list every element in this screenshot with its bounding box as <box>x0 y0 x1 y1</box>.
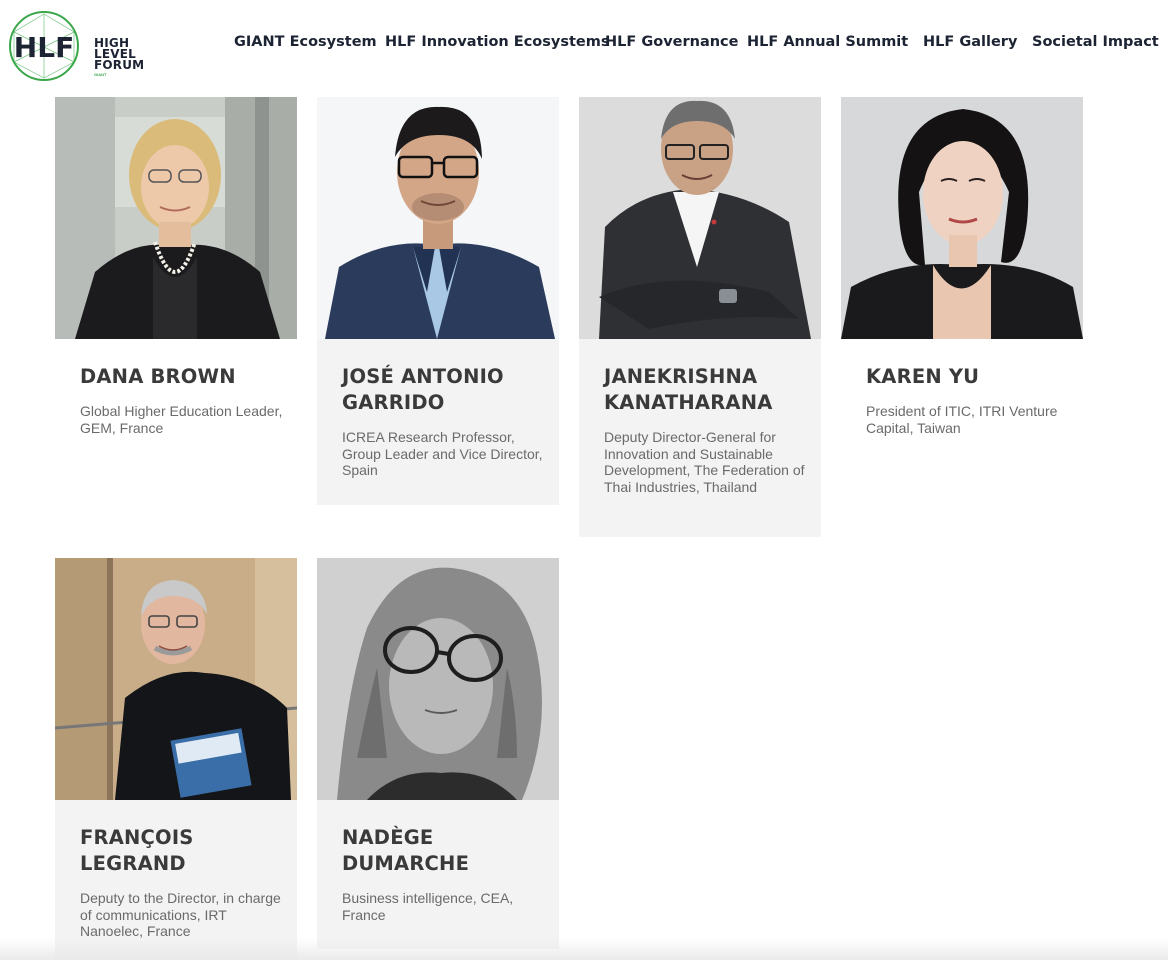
person-info: JANEKRISHNA KANATHARANA Deputy Director-… <box>579 339 821 537</box>
person-role: Deputy Director-General for Innovation a… <box>604 429 805 495</box>
person-photo <box>841 97 1083 339</box>
person-photo <box>55 558 297 800</box>
nav-hlf-governance[interactable]: HLF Governance <box>605 34 739 50</box>
person-name: JOSÉ ANTONIO GARRIDO <box>342 365 504 414</box>
person-info: KAREN YU President of ITIC, ITRI Venture… <box>841 339 1083 436</box>
portrait-image <box>841 97 1083 339</box>
person-role: Global Higher Education Leader, GEM, Fra… <box>80 403 283 436</box>
person-name: FRANÇOIS LEGRAND <box>80 826 194 875</box>
person-card[interactable]: NADÈGE DUMARCHE Business intelligence, C… <box>317 558 559 949</box>
person-info: JOSÉ ANTONIO GARRIDO ICREA Research Prof… <box>317 339 559 505</box>
person-photo <box>317 97 559 339</box>
person-photo <box>55 97 297 339</box>
nav-societal-impact[interactable]: Societal Impact <box>1032 34 1159 50</box>
person-name: DANA BROWN <box>80 365 236 388</box>
portrait-image <box>317 558 559 800</box>
person-info: FRANÇOIS LEGRAND Deputy to the Director,… <box>55 800 297 960</box>
site-header: HLF HIGH LEVEL FORUM GIANT GIANT Ecosyst… <box>0 0 1168 92</box>
person-photo <box>579 97 821 339</box>
person-role: President of ITIC, ITRI Venture Capital,… <box>866 403 1058 436</box>
main-nav: GIANT Ecosystem HLF Innovation Ecosystem… <box>0 34 1168 56</box>
nav-hlf-annual-summit[interactable]: HLF Annual Summit <box>747 34 908 50</box>
person-role: Deputy to the Director, in charge of com… <box>80 890 281 939</box>
nav-hlf-innovation-ecosystems[interactable]: HLF Innovation Ecosystems <box>385 34 609 50</box>
portrait-image <box>579 97 821 339</box>
person-info: NADÈGE DUMARCHE Business intelligence, C… <box>317 800 559 949</box>
person-photo <box>317 558 559 800</box>
person-role: ICREA Research Professor, Group Leader a… <box>342 429 543 478</box>
person-name: NADÈGE DUMARCHE <box>342 826 470 875</box>
person-card[interactable]: KAREN YU President of ITIC, ITRI Venture… <box>841 97 1083 436</box>
person-card[interactable]: JANEKRISHNA KANATHARANA Deputy Director-… <box>579 97 821 537</box>
person-card[interactable]: FRANÇOIS LEGRAND Deputy to the Director,… <box>55 558 297 960</box>
person-name: KAREN YU <box>866 365 980 388</box>
person-info: DANA BROWN Global Higher Education Leade… <box>55 339 297 436</box>
person-card[interactable]: JOSÉ ANTONIO GARRIDO ICREA Research Prof… <box>317 97 559 505</box>
portrait-image <box>55 97 297 339</box>
nav-giant-ecosystem[interactable]: GIANT Ecosystem <box>234 34 377 50</box>
portrait-image <box>55 558 297 800</box>
bottom-fade <box>0 938 1168 960</box>
logo-subtitle: GIANT <box>94 72 107 77</box>
nav-hlf-gallery[interactable]: HLF Gallery <box>923 34 1017 50</box>
person-role: Business intelligence, CEA, France <box>342 890 514 923</box>
portrait-image <box>317 97 559 339</box>
person-card[interactable]: DANA BROWN Global Higher Education Leade… <box>55 97 297 436</box>
person-name: JANEKRISHNA KANATHARANA <box>604 365 773 414</box>
